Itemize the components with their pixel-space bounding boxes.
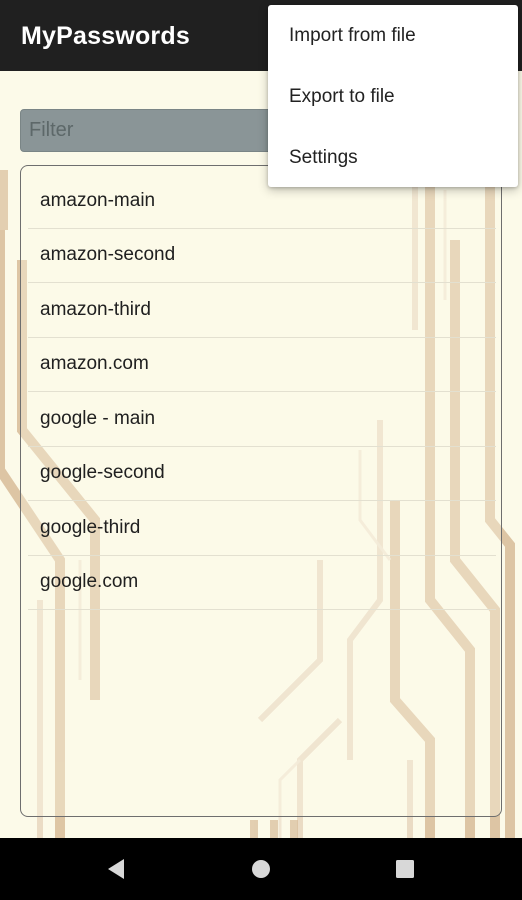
menu-item-import[interactable]: Import from file (268, 5, 518, 66)
list-item[interactable]: amazon-second (28, 229, 496, 283)
recents-icon[interactable] (375, 838, 435, 900)
overflow-menu: Import from file Export to file Settings (268, 5, 518, 187)
list-item[interactable]: amazon.com (28, 338, 496, 392)
list-item[interactable]: google - main (28, 392, 496, 447)
back-icon[interactable] (86, 838, 146, 900)
menu-item-settings[interactable]: Settings (268, 127, 518, 188)
list-item[interactable]: google.com (28, 556, 496, 610)
home-icon[interactable] (231, 838, 291, 900)
app-title: MyPasswords (21, 22, 190, 50)
entries-list: amazon-main amazon-second amazon-third a… (28, 174, 496, 610)
list-item[interactable]: amazon-third (28, 283, 496, 338)
list-item[interactable]: google-second (28, 447, 496, 501)
system-nav-bar (0, 838, 522, 900)
list-item[interactable]: google-third (28, 501, 496, 556)
entries-list-container: amazon-main amazon-second amazon-third a… (20, 165, 502, 817)
menu-item-export[interactable]: Export to file (268, 66, 518, 127)
